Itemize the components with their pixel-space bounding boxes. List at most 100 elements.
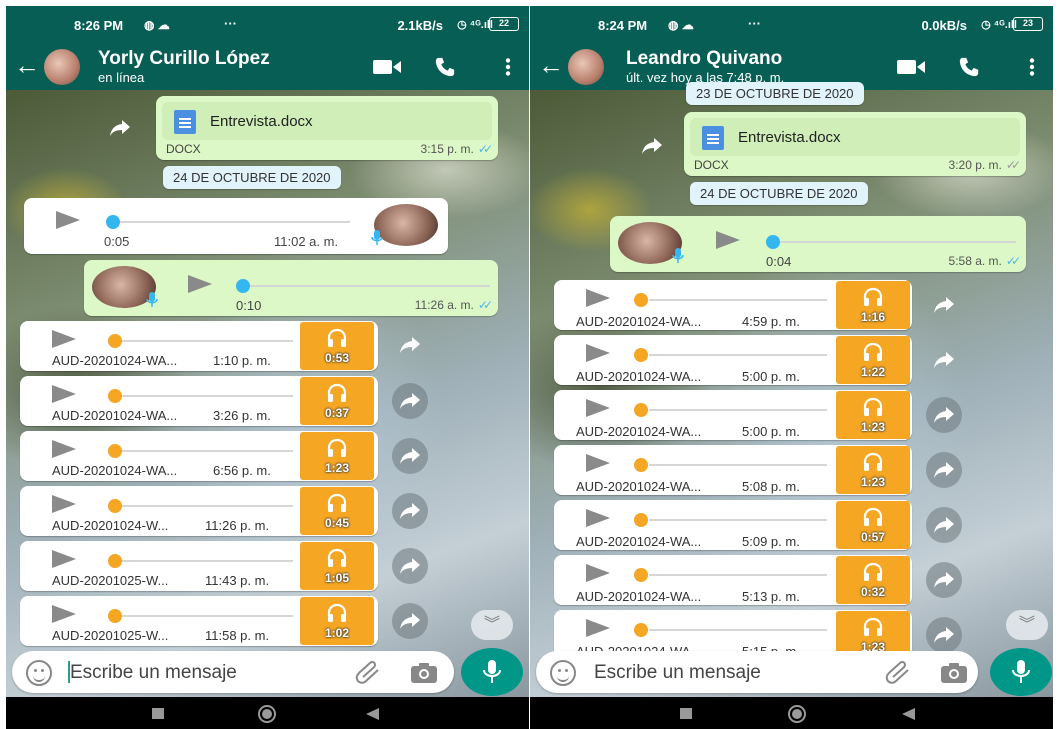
audio-progress-thumb[interactable] [634,623,648,637]
audio-progress-thumb[interactable] [236,279,250,293]
play-icon[interactable] [586,509,610,527]
audio-progress-thumb[interactable] [634,513,648,527]
home-button[interactable] [258,705,276,723]
more-vert-icon[interactable] [1029,58,1035,76]
message-input[interactable]: Escribe un mensaje [594,662,761,684]
forward-icon[interactable] [392,327,428,363]
camera-icon[interactable] [940,662,968,684]
home-button[interactable] [788,705,806,723]
audio-progress-track[interactable] [649,464,827,466]
chevron-double-down-icon[interactable]: ︾ [1006,610,1048,640]
back-arrow-icon[interactable]: ← [538,52,564,78]
audio-progress-thumb[interactable] [108,499,122,513]
nav-back-button[interactable] [902,708,915,720]
play-icon[interactable] [52,550,76,568]
recent-apps-button[interactable] [152,708,164,719]
voice-record-button[interactable] [990,648,1052,696]
audio-progress-track[interactable] [649,574,827,576]
paperclip-icon[interactable] [884,661,912,685]
audio-file-message[interactable]: AUD-20201024-WA... 6:56 p. m. 1:23 [20,431,378,481]
audio-progress-thumb[interactable] [634,293,648,307]
document-preview[interactable]: Entrevista.docx [690,118,1020,156]
audio-file-message[interactable]: AUD-20201024-WA... 4:59 p. m. 1:16 [554,280,912,330]
voice-message-outgoing[interactable]: 0:04 5:58 a. m. ✓✓ [610,216,1026,272]
play-icon[interactable] [188,275,212,293]
audio-progress-track[interactable] [649,629,827,631]
audio-file-message[interactable]: AUD-20201025-W... 11:58 p. m. 1:02 [20,596,378,646]
message-composer[interactable]: Escribe un mensaje [536,651,978,693]
play-icon[interactable] [56,211,80,229]
forward-icon[interactable] [392,438,428,474]
audio-progress-thumb[interactable] [108,554,122,568]
forward-icon[interactable] [926,507,962,543]
message-composer[interactable]: Escribe un mensaje [12,651,454,693]
audio-progress-thumb[interactable] [634,568,648,582]
audio-progress-thumb[interactable] [766,235,780,249]
forward-icon[interactable] [392,383,428,419]
audio-progress-thumb[interactable] [634,403,648,417]
document-message[interactable]: Entrevista.docx DOCX 3:15 p. m. ✓✓ [156,96,498,160]
voice-record-button[interactable] [461,648,523,696]
play-icon[interactable] [586,619,610,637]
audio-file-message[interactable]: AUD-20201024-WA... 5:13 p. m. 0:32 [554,555,912,605]
forward-icon[interactable] [392,548,428,584]
forward-icon[interactable] [926,562,962,598]
play-icon[interactable] [586,289,610,307]
audio-file-message[interactable]: AUD-20201024-WA... 5:09 p. m. 0:57 [554,500,912,550]
audio-progress-track[interactable] [115,450,293,452]
audio-progress-thumb[interactable] [634,348,648,362]
audio-progress-thumb[interactable] [108,334,122,348]
play-icon[interactable] [586,399,610,417]
paperclip-icon[interactable] [354,661,382,685]
audio-progress-track[interactable] [242,285,490,287]
video-call-icon[interactable] [373,59,401,75]
audio-file-message[interactable]: AUD-20201024-WA... 5:00 p. m. 1:23 [554,390,912,440]
forward-icon[interactable] [102,110,138,146]
audio-file-message[interactable]: AUD-20201025-W... 11:43 p. m. 1:05 [20,541,378,591]
audio-progress-track[interactable] [112,221,350,223]
audio-progress-track[interactable] [115,395,293,397]
audio-file-message[interactable]: AUD-20201024-WA... 5:00 p. m. 1:22 [554,335,912,385]
message-input[interactable]: Escribe un mensaje [70,662,237,684]
audio-progress-track[interactable] [115,615,293,617]
nav-back-button[interactable] [366,708,379,720]
contact-avatar[interactable] [568,49,604,85]
audio-progress-track[interactable] [115,560,293,562]
forward-icon[interactable] [392,493,428,529]
forward-icon[interactable] [926,617,962,653]
forward-icon[interactable] [926,287,962,323]
audio-progress-track[interactable] [115,340,293,342]
phone-call-icon[interactable] [957,56,981,78]
contact-name[interactable]: Yorly Curillo López [98,48,270,70]
audio-progress-track[interactable] [649,409,827,411]
audio-progress-track[interactable] [770,241,1016,243]
play-icon[interactable] [52,605,76,623]
play-icon[interactable] [52,330,76,348]
recent-apps-button[interactable] [680,708,692,719]
audio-progress-thumb[interactable] [108,389,122,403]
phone-call-icon[interactable] [433,56,457,78]
audio-progress-thumb[interactable] [108,444,122,458]
audio-file-message[interactable]: AUD-20201024-WA... 3:26 p. m. 0:37 [20,376,378,426]
audio-progress-track[interactable] [649,519,827,521]
play-icon[interactable] [52,440,76,458]
audio-progress-track[interactable] [115,505,293,507]
forward-icon[interactable] [926,452,962,488]
forward-icon[interactable] [634,128,670,164]
audio-progress-track[interactable] [649,299,827,301]
voice-message-incoming[interactable]: 0:05 11:02 a. m. [24,198,448,254]
play-icon[interactable] [586,564,610,582]
video-call-icon[interactable] [897,59,925,75]
camera-icon[interactable] [410,662,438,684]
audio-progress-thumb[interactable] [108,609,122,623]
contact-avatar[interactable] [44,49,80,85]
chevron-double-down-icon[interactable]: ︾ [471,610,513,640]
emoji-icon[interactable] [26,660,52,686]
audio-file-message[interactable]: AUD-20201024-WA... 1:10 p. m. 0:53 [20,321,378,371]
audio-progress-thumb[interactable] [634,458,648,472]
more-vert-icon[interactable] [505,58,511,76]
contact-name[interactable]: Leandro Quivano [626,48,782,70]
play-icon[interactable] [52,385,76,403]
play-icon[interactable] [586,344,610,362]
emoji-icon[interactable] [550,660,576,686]
